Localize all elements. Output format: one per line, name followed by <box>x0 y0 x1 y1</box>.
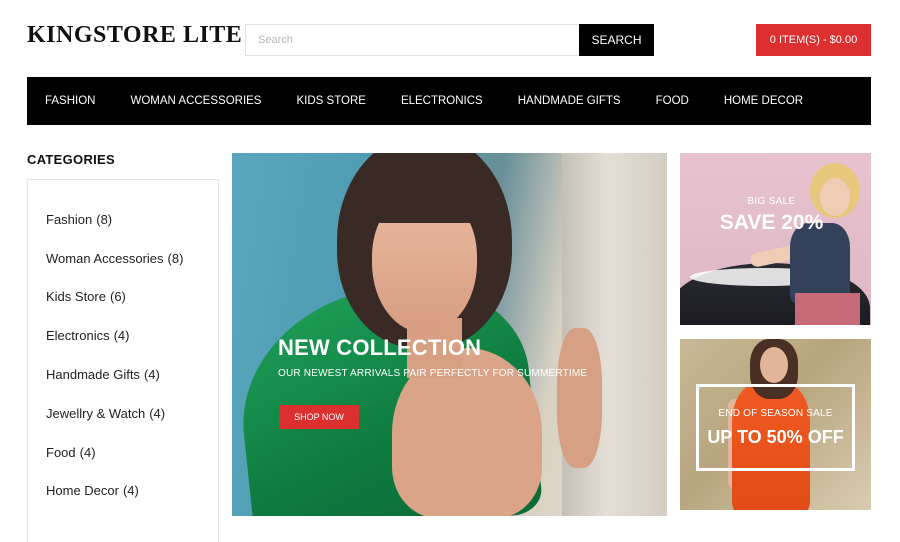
hero-banner[interactable]: NEW COLLECTION OUR NEWEST ARRIVALS PAIR … <box>232 153 667 516</box>
nav-item-woman-accessories[interactable]: WOMAN ACCESSORIES <box>130 95 261 107</box>
categories-heading: CATEGORIES <box>27 152 115 167</box>
category-item-kids-store[interactable]: Kids Store (6) <box>28 278 218 317</box>
nav-item-kids-store[interactable]: KIDS STORE <box>296 95 365 107</box>
nav-item-home-decor[interactable]: HOME DECOR <box>724 95 803 107</box>
nav-item-handmade-gifts[interactable]: HANDMADE GIFTS <box>518 95 621 107</box>
shop-now-button[interactable]: SHOP NOW <box>279 405 359 429</box>
hero-headline: NEW COLLECTION <box>278 335 482 360</box>
promo-banner-season-sale[interactable]: END OF SEASON SALE UP TO 50% OFF <box>680 339 871 510</box>
cart-button[interactable]: 0 ITEM(S) - $0.00 <box>756 24 871 56</box>
category-item-fashion[interactable]: Fashion (8) <box>28 200 218 239</box>
promo-model-face <box>760 347 788 383</box>
main-navigation: FASHION WOMAN ACCESSORIES KIDS STORE ELE… <box>27 77 871 125</box>
nav-item-electronics[interactable]: ELECTRONICS <box>401 95 483 107</box>
category-label: Handmade Gifts <box>46 367 140 383</box>
promo-model-body <box>790 223 850 303</box>
category-label: Electronics <box>46 328 110 344</box>
category-count: (4) <box>79 444 96 460</box>
category-label: Woman Accessories <box>46 250 164 266</box>
category-label: Home Decor <box>46 483 119 499</box>
category-label: Kids Store <box>46 289 106 305</box>
category-count: (8) <box>167 250 184 266</box>
category-item-jewellry-watch[interactable]: Jewellry & Watch (4) <box>28 394 218 433</box>
search-button[interactable]: SEARCH <box>579 24 654 56</box>
search-bar: SEARCH <box>245 24 654 56</box>
search-input[interactable] <box>245 24 579 56</box>
nav-item-fashion[interactable]: FASHION <box>45 95 95 107</box>
category-label: Jewellry & Watch <box>46 405 146 421</box>
category-item-electronics[interactable]: Electronics (4) <box>28 316 218 355</box>
category-count: (6) <box>109 289 126 305</box>
promo-headline: UP TO 50% OFF <box>707 427 844 447</box>
category-label: Food <box>46 444 76 460</box>
hero-model-fringe <box>372 178 482 223</box>
category-label: Fashion <box>46 211 93 227</box>
categories-list: Fashion (8) Woman Accessories (8) Kids Sto… <box>27 179 219 542</box>
category-item-food[interactable]: Food (4) <box>28 433 218 472</box>
promo-banner-big-sale[interactable]: BIG SALE SAVE 20% <box>680 153 871 325</box>
nav-item-food[interactable]: FOOD <box>656 95 689 107</box>
category-item-woman-accessories[interactable]: Woman Accessories (8) <box>28 239 218 278</box>
promo-kicker: BIG SALE <box>747 196 796 207</box>
site-logo[interactable]: KINGSTORE LITE <box>27 22 242 49</box>
hero-model-hand <box>557 328 602 468</box>
category-count: (4) <box>113 328 130 344</box>
category-count: (4) <box>143 367 160 383</box>
category-item-home-decor[interactable]: Home Decor (4) <box>28 472 218 511</box>
category-count: (4) <box>149 405 166 421</box>
promo-kicker: END OF SEASON SALE <box>718 408 833 419</box>
hero-subtitle: OUR NEWEST ARRIVALS PAIR PERFECTLY FOR S… <box>278 368 588 379</box>
category-count: (8) <box>96 211 113 227</box>
category-count: (4) <box>122 483 139 499</box>
category-item-handmade-gifts[interactable]: Handmade Gifts (4) <box>28 355 218 394</box>
promo-headline: SAVE 20% <box>719 211 824 234</box>
promo-model-skirt <box>795 293 860 325</box>
